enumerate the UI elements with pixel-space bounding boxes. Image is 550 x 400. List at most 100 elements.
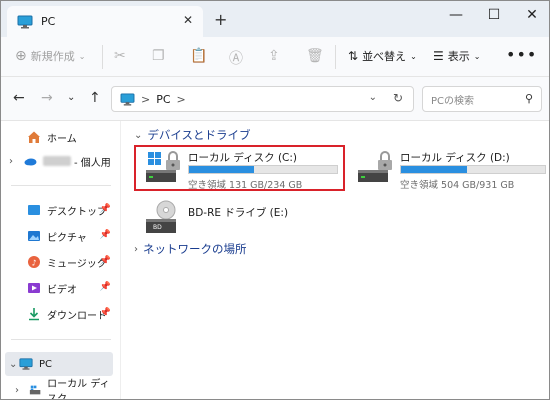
recent-chevron-icon[interactable]: ⌄ <box>67 92 75 103</box>
group-header-devices[interactable]: ⌄ デバイスとドライブ <box>134 127 251 143</box>
group-header-network[interactable]: › ネットワークの場所 <box>134 241 247 257</box>
up-arrow-icon[interactable]: ↑ <box>89 90 101 106</box>
desktop-icon <box>28 205 40 215</box>
rename-icon[interactable]: Ⓐ <box>229 48 243 68</box>
drive-name: ローカル ディスク (D:) <box>400 152 510 164</box>
pc-icon <box>17 15 33 28</box>
sidebar-item-desktop[interactable]: デスクトップ 📌 <box>27 198 119 222</box>
navigation-pane: ホーム › - 個人用 デスクトップ 📌 ピクチャ 📌 ♪ ミュージック 📌 ビ… <box>1 121 121 400</box>
divider <box>11 185 111 186</box>
svg-text:♪: ♪ <box>32 259 37 268</box>
drive-d[interactable]: ローカル ディスク (D:) 空き領域 504 GB/931 GB <box>348 148 548 192</box>
close-tab-icon[interactable]: ✕ <box>183 13 193 27</box>
delete-icon[interactable]: 🗑 <box>306 48 324 64</box>
home-icon <box>28 131 40 143</box>
sort-icon: ⇅ <box>348 49 359 63</box>
expand-chevron-icon[interactable]: › <box>9 156 23 167</box>
expand-chevron-icon[interactable]: › <box>15 385 29 396</box>
drive-free-space: 空き領域 504 GB/931 GB <box>400 180 515 191</box>
drive-icon <box>358 151 392 182</box>
sidebar-item-music[interactable]: ♪ ミュージック 📌 <box>27 250 119 274</box>
expand-chevron-down-icon[interactable]: ⌄ <box>5 359 19 370</box>
divider <box>11 339 111 340</box>
sort-button[interactable]: ⇅ 並べ替え ⌄ <box>348 48 417 64</box>
tab-bar: PC ✕ + — ☐ ✕ <box>1 1 549 37</box>
highlight-box <box>134 145 345 191</box>
sidebar-item-label: ダウンロード <box>47 310 107 322</box>
tab-title: PC <box>41 15 56 28</box>
pc-icon <box>120 92 135 106</box>
paste-icon[interactable]: 📋 <box>190 48 207 64</box>
sidebar-item-label: ピクチャ <box>47 232 87 244</box>
sidebar-item-onedrive[interactable]: › - 個人用 <box>9 149 119 173</box>
breadcrumb-pc[interactable]: PC <box>156 93 170 106</box>
sort-label: 並べ替え <box>362 50 407 63</box>
refresh-icon[interactable]: ↻ <box>393 91 403 105</box>
sidebar-item-video[interactable]: ビデオ 📌 <box>27 276 119 300</box>
tab-pc[interactable]: PC ✕ <box>7 6 203 37</box>
drive-icon <box>29 385 41 395</box>
group-header-label: ネットワークの場所 <box>143 242 247 256</box>
cloud-icon <box>24 158 37 166</box>
maximize-button[interactable]: ☐ <box>484 7 504 23</box>
divider <box>335 45 336 69</box>
address-history-chevron-icon[interactable]: ⌄ <box>369 92 377 103</box>
bd-badge: BD <box>153 224 162 231</box>
chevron-down-icon: ⌄ <box>78 51 86 61</box>
sidebar-item-label: ビデオ <box>47 284 77 296</box>
new-button[interactable]: ⊕ 新規作成 ⌄ <box>15 48 85 64</box>
search-placeholder: PCの検索 <box>431 95 475 107</box>
view-button[interactable]: ☰ 表示 ⌄ <box>433 48 480 64</box>
sidebar-item-downloads[interactable]: ダウンロード 📌 <box>27 302 119 326</box>
sidebar-item-label: ホーム <box>47 133 77 145</box>
drive-e[interactable]: BD BD-RE ドライブ (E:) <box>136 197 346 241</box>
download-icon <box>29 308 39 321</box>
pin-icon[interactable]: 📌 <box>100 256 111 266</box>
breadcrumb-separator: > <box>176 92 186 106</box>
sidebar-item-home[interactable]: ホーム <box>27 125 119 149</box>
music-icon: ♪ <box>28 256 40 268</box>
chevron-down-icon: ⌄ <box>410 51 417 61</box>
copy-icon[interactable]: ❐ <box>152 48 165 64</box>
sidebar-item-label: ローカル ディスク <box>47 379 110 400</box>
view-label: 表示 <box>447 50 470 63</box>
bluray-drive-icon <box>146 200 176 233</box>
divider <box>102 45 103 69</box>
video-icon <box>28 283 40 293</box>
more-options-button[interactable]: ••• <box>506 45 537 64</box>
new-label: 新規作成 <box>30 50 75 63</box>
pictures-icon <box>28 231 40 241</box>
sidebar-item-label: ミュージック <box>47 258 107 270</box>
explorer-window: PC ✕ + — ☐ ✕ ⊕ 新規作成 ⌄ ✂ ❐ 📋 Ⓐ ⇪ 🗑 ⇅ 並べ替え… <box>0 0 550 400</box>
drive-name: BD-RE ドライブ (E:) <box>188 207 289 219</box>
pin-icon[interactable]: 📌 <box>100 230 111 240</box>
chevron-down-icon: ⌄ <box>134 129 143 141</box>
drive-usage-fill <box>401 166 468 173</box>
forward-arrow-icon[interactable]: → <box>41 90 53 106</box>
back-arrow-icon[interactable]: ← <box>13 90 25 106</box>
group-header-label: デバイスとドライブ <box>147 128 251 142</box>
blurred-account-name <box>43 156 71 166</box>
search-input[interactable]: PCの検索 ⚲ <box>422 86 542 112</box>
search-icon: ⚲ <box>524 92 533 105</box>
minimize-button[interactable]: — <box>446 7 466 23</box>
sidebar-item-label: - 個人用 <box>74 157 111 169</box>
close-window-button[interactable]: ✕ <box>522 7 542 23</box>
pin-icon[interactable]: 📌 <box>100 308 111 318</box>
sidebar-item-pictures[interactable]: ピクチャ 📌 <box>27 224 119 248</box>
plus-circle-icon: ⊕ <box>15 48 27 64</box>
command-bar: ⊕ 新規作成 ⌄ ✂ ❐ 📋 Ⓐ ⇪ 🗑 ⇅ 並べ替え ⌄ ☰ 表示 ⌄ ••• <box>1 37 549 77</box>
sidebar-item-local-disk[interactable]: › ローカル ディスク <box>15 378 119 400</box>
sidebar-item-pc[interactable]: ⌄ PC <box>5 352 113 376</box>
address-bar[interactable]: > PC > ⌄ ↻ <box>111 86 414 112</box>
pin-icon[interactable]: 📌 <box>100 282 111 292</box>
sidebar-item-label: PC <box>39 358 53 370</box>
pin-icon[interactable]: 📌 <box>100 204 111 214</box>
new-tab-button[interactable]: + <box>214 10 227 29</box>
cut-icon[interactable]: ✂ <box>114 48 126 64</box>
chevron-down-icon: ⌄ <box>473 51 481 61</box>
pc-icon <box>19 358 33 370</box>
view-icon: ☰ <box>433 49 444 63</box>
share-icon[interactable]: ⇪ <box>268 48 280 64</box>
chevron-right-icon: › <box>134 243 138 255</box>
